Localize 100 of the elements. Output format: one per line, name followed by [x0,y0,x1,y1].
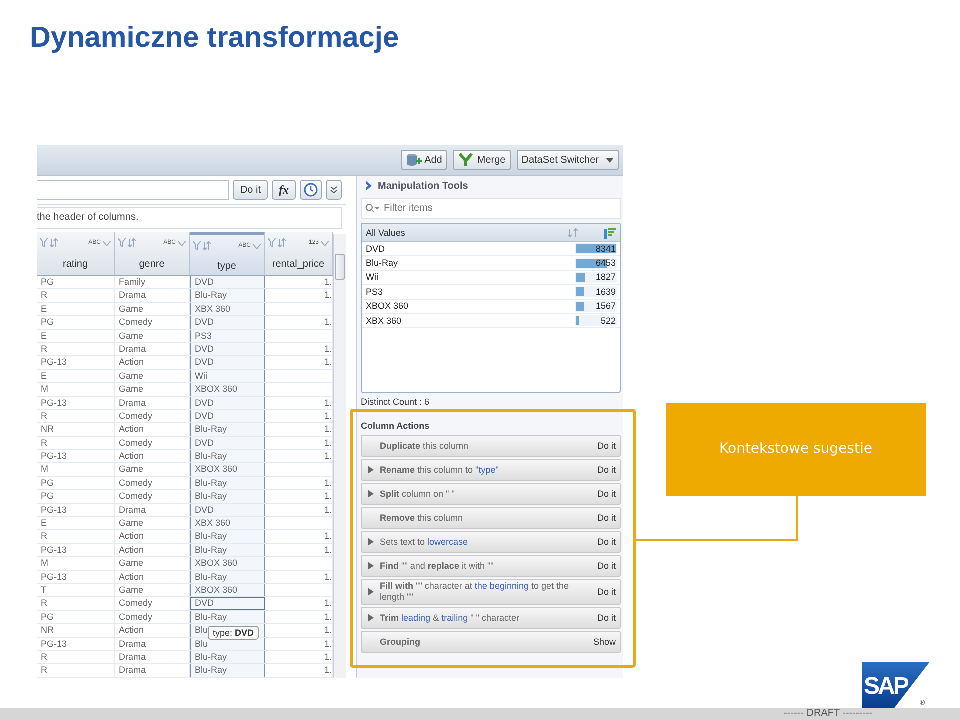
scrollbar[interactable] [333,234,346,678]
action-button[interactable]: Do it [597,489,616,499]
action-button[interactable]: Show [593,637,616,647]
table-cell: XBOX 360 [190,584,265,596]
action-text: Rename this column to "type" [380,464,500,476]
distinct-count: Distinct Count : 6 [361,396,431,409]
dropdown-caret-icon [321,240,329,246]
action-text: Duplicate this column [380,440,470,452]
value-row[interactable]: XBX 360 522 [362,314,620,328]
action-row[interactable]: Fill with "" character at the beginning to get the length "" Do it [361,579,621,605]
caret-icon [606,158,614,162]
table-cell: PG-13 [37,450,115,462]
toolbar-button[interactable]: Add [400,150,448,170]
table-cell: XBOX 360 [190,383,265,396]
more-button[interactable] [326,180,342,200]
table-cell: Blu-Ray [190,476,265,490]
table-cell: PG-13 [37,544,115,556]
action-row[interactable]: Remove this column Do it [361,507,621,529]
value-row[interactable]: XBOX 360 1567 [362,300,620,314]
filter-sort-icon [40,238,60,248]
action-row[interactable]: Grouping Show [361,631,621,653]
table-cell: R [37,436,115,450]
table-cell: Blu-Ray [190,423,265,436]
table-cell: XBX 360 [190,302,265,316]
bar-chart-icon[interactable] [604,226,616,238]
table-cell: DVD [190,396,265,409]
table-cell: PG-13 [37,396,115,409]
table-cell: PG-13 [37,356,115,369]
action-row[interactable]: Rename this column to "type" Do it [361,459,621,481]
table-cell: XBX 360 [190,517,265,530]
filter-sort-icon [193,241,213,251]
table-cell: Blu-Ray [190,490,265,503]
table-cell: E [37,330,115,342]
do-it-button[interactable]: Do it [233,180,268,200]
list-header: All Values [366,228,406,238]
table-cell: Blu-Ray [190,289,265,302]
action-row[interactable]: Find "" and replace it with "" Do it [361,555,621,577]
action-button[interactable]: Do it [597,441,616,451]
table-cell: R [37,342,115,356]
dropdown-caret-icon [178,240,186,246]
filter-field[interactable]: Filter items [361,198,621,219]
table-cell: M [37,557,115,570]
table-cell: PG-13 [37,570,115,583]
table-cell: E [37,370,115,382]
table-cell: R [37,664,115,677]
action-button[interactable]: Do it [597,537,616,547]
action-row[interactable]: Trim leading & trailing " " character Do it [361,607,621,629]
action-text: Fill with "" character at the beginning to get the length "" [380,581,570,603]
table-cell: E [37,517,115,530]
chevron-down-icon [330,186,338,194]
toolbar-button[interactable]: Merge [453,150,511,170]
table-cell: Blu-Ray [190,610,265,624]
input-field[interactable] [37,180,230,200]
table-cell: M [37,383,115,396]
filter-sort-icon [268,238,288,248]
action-button[interactable]: Do it [597,513,616,523]
action-text: Trim leading & trailing " " character [380,612,521,624]
tooltip: type: DVD [208,626,260,640]
action-button[interactable]: Do it [597,561,616,571]
table-cell: DVD [190,597,265,610]
panel-title: Manipulation Tools [378,180,468,192]
table-cell: Blu-Ray [190,650,265,664]
action-text: Grouping [380,636,422,648]
table-cell: PG-13 [37,504,115,516]
draft-label: ------ DRAFT --------- [784,708,873,720]
table-cell: R [37,650,115,664]
table-cell: PG [37,490,115,503]
action-button[interactable]: Do it [597,465,616,475]
table-cell: PG [37,476,115,490]
table-cell: PG [37,610,115,624]
clock-icon [304,183,318,197]
action-text: Split column on " " [380,488,456,500]
table-cell: NR [37,624,115,637]
value-row[interactable]: DVD 8341 [362,242,620,256]
action-button[interactable]: Do it [597,613,616,623]
sort-icon[interactable] [568,228,578,238]
history-button[interactable] [300,180,322,200]
table-cell: M [37,463,115,476]
search-icon [365,203,379,214]
action-row[interactable]: Duplicate this column Do it [361,435,621,457]
table-cell: DVD [190,410,265,422]
action-row[interactable]: Sets text to lowercase Do it [361,531,621,553]
table-cell: R [37,597,115,610]
table-cell: DVD [190,276,265,288]
formula-button[interactable]: fx [272,180,296,200]
action-row[interactable]: Split column on " " Do it [361,483,621,505]
slide-title: Dynamiczne transformacje [30,22,400,55]
action-button[interactable]: Do it [597,587,616,597]
table-cell: Blu-Ray [190,664,265,677]
database-add-icon [406,153,422,167]
table-cell: Blu-Ray [190,530,265,543]
table-cell: R [37,530,115,543]
value-row[interactable]: PS3 1639 [362,285,620,300]
table-cell: DVD [190,504,265,516]
action-text: Find "" and replace it with "" [380,560,495,572]
table-cell: PG-13 [37,638,115,650]
toolbar-button[interactable]: DataSet Switcher [516,150,619,170]
value-row[interactable]: Wii 1827 [362,270,620,286]
table-cell: Blu-Ray [190,450,265,462]
table-cell: Blu-Ray [190,544,265,556]
